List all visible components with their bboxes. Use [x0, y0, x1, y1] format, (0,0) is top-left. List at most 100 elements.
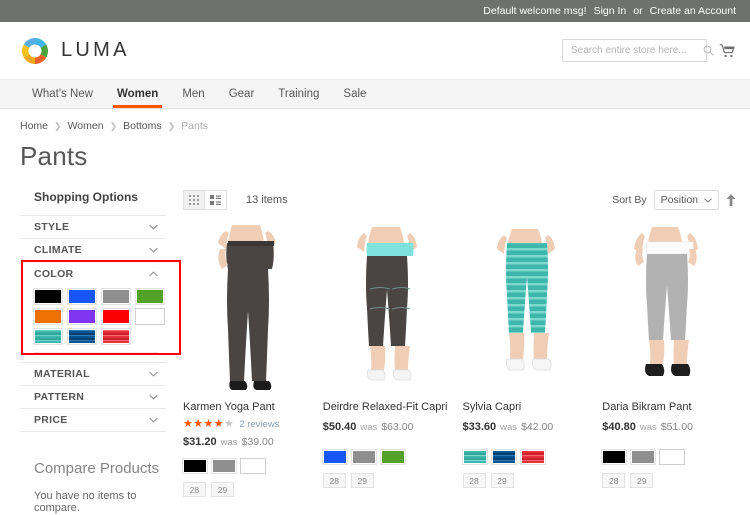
color-swatch-white[interactable] — [135, 308, 165, 325]
product-swatch-crimson[interactable] — [519, 449, 546, 466]
breadcrumb-item-home[interactable]: Home — [20, 120, 48, 132]
product-image-daria-bikram-pant[interactable] — [602, 219, 736, 394]
rating-stars: ★★★★★ — [183, 417, 235, 430]
filter-color[interactable]: COLOR — [34, 262, 158, 285]
price-special: $33.60 — [462, 421, 497, 434]
product-list-area: 13 items Sort By Position Karmen Yoga Pa… — [166, 188, 736, 514]
breadcrumb-item-bottoms[interactable]: Bottoms — [123, 120, 162, 132]
product-size-29[interactable]: 29 — [490, 473, 514, 489]
search-input[interactable] — [571, 45, 703, 56]
breadcrumb-separator: ❯ — [167, 120, 176, 131]
nav-item-training[interactable]: Training — [266, 80, 331, 108]
product-image-sylvia-capri[interactable] — [462, 219, 597, 394]
filter-color-panel: COLOR — [20, 261, 166, 362]
list-view-button[interactable] — [205, 190, 227, 210]
nav-item-sale[interactable]: Sale — [331, 80, 378, 108]
product-size-28[interactable]: 28 — [462, 473, 486, 489]
product-size-options: 28 29 — [462, 473, 597, 489]
gray-capri-with-mint-waistband-on-model-image — [329, 219, 450, 394]
color-swatch-navy[interactable] — [67, 328, 97, 345]
product-name[interactable]: Sylvia Capri — [463, 401, 597, 414]
list-view-icon — [210, 194, 221, 205]
product-size-29[interactable]: 29 — [350, 473, 374, 489]
color-panel-divider — [34, 352, 158, 353]
compare-products-empty-message: You have no items to compare. — [34, 490, 137, 514]
product-card: Sylvia Capri $33.60 was $42.00 28 29 — [461, 219, 597, 497]
product-size-28[interactable]: 28 — [602, 473, 626, 489]
product-image-karmen-yoga-pant[interactable] — [183, 219, 317, 394]
product-color-options — [182, 458, 317, 475]
product-swatch-navy[interactable] — [490, 449, 517, 466]
product-image-deirdre-relaxed-fit-capri[interactable] — [322, 219, 457, 394]
product-name[interactable]: Daria Bikram Pant — [602, 401, 736, 414]
filter-pattern[interactable]: PATTERN — [20, 385, 166, 408]
product-price: $50.40 was $63.00 — [323, 421, 457, 433]
product-swatch-teal[interactable] — [461, 449, 488, 466]
shopping-cart-icon[interactable] — [719, 43, 736, 59]
search-icon[interactable] — [703, 45, 714, 56]
product-size-28[interactable]: 28 — [183, 482, 206, 498]
page-title: Pants — [20, 141, 88, 171]
product-card: Daria Bikram Pant $40.80 was $51.00 28 2… — [601, 219, 736, 497]
nav-item-women[interactable]: Women — [105, 80, 170, 108]
product-swatch-gray[interactable] — [630, 449, 657, 466]
nav-item-men[interactable]: Men — [170, 80, 216, 108]
color-swatch-crimson[interactable] — [101, 328, 131, 345]
product-card: Deirdre Relaxed-Fit Capri $50.40 was $63… — [321, 219, 457, 497]
welcome-message: Default welcome msg! — [483, 5, 587, 17]
price-was-label: was — [220, 437, 238, 449]
filter-climate[interactable]: CLIMATE — [20, 238, 166, 261]
price-old: $63.00 — [381, 421, 414, 434]
filter-price[interactable]: PRICE — [20, 408, 166, 431]
top-utility-bar: Default welcome msg! Sign In or Create a… — [0, 0, 750, 22]
product-rating[interactable]: ★★★★★ 2 reviews — [183, 418, 317, 430]
sort-by-select[interactable]: Position — [653, 190, 719, 210]
color-swatch-red[interactable] — [101, 308, 131, 325]
site-logo[interactable]: LUMA — [20, 36, 130, 66]
color-swatch-blue[interactable] — [67, 288, 97, 305]
create-account-link[interactable]: Create an Account — [650, 5, 736, 17]
product-swatch-white[interactable] — [240, 458, 266, 475]
filter-climate-label: CLIMATE — [34, 244, 82, 256]
product-swatch-black[interactable] — [601, 449, 628, 466]
color-swatch-grid — [33, 288, 165, 345]
product-swatch-gray[interactable] — [350, 449, 377, 466]
compare-products-title: Compare Products — [34, 460, 160, 477]
product-name[interactable]: Deirdre Relaxed-Fit Capri — [323, 401, 457, 414]
price-old: $39.00 — [241, 436, 274, 449]
shopping-options-title: Shopping Options — [34, 190, 138, 204]
product-size-29[interactable]: 29 — [630, 473, 654, 489]
chevron-down-icon — [149, 224, 158, 230]
color-swatch-black[interactable] — [33, 288, 63, 305]
color-swatch-green[interactable] — [135, 288, 165, 305]
site-header: LUMA — [0, 22, 750, 79]
filter-style-label: STYLE — [34, 221, 70, 233]
product-swatch-blue[interactable] — [321, 449, 348, 466]
product-name[interactable]: Karmen Yoga Pant — [183, 401, 317, 414]
filter-material[interactable]: MATERIAL — [20, 362, 166, 385]
sort-ascending-icon[interactable] — [726, 194, 736, 206]
product-size-28[interactable]: 28 — [322, 473, 346, 489]
sort-by-value: Position — [660, 194, 698, 206]
filter-style[interactable]: STYLE — [20, 215, 166, 238]
search-box[interactable] — [562, 39, 714, 62]
filter-sidebar: Shopping Options STYLE CLIMATE COLOR MAT… — [20, 188, 181, 514]
color-swatch-purple[interactable] — [67, 308, 97, 325]
product-swatch-black[interactable] — [182, 458, 208, 475]
chevron-down-icon — [149, 417, 158, 423]
product-swatch-white[interactable] — [659, 449, 686, 466]
breadcrumb-item-women[interactable]: Women — [68, 120, 104, 132]
sign-in-link[interactable]: Sign In — [594, 5, 627, 17]
color-swatch-orange[interactable] — [33, 308, 63, 325]
product-size-29[interactable]: 29 — [211, 482, 234, 498]
price-was-label: was — [639, 422, 657, 434]
color-swatch-gray[interactable] — [101, 288, 131, 305]
product-swatch-gray[interactable] — [211, 458, 237, 475]
product-size-options: 28 29 — [602, 473, 736, 489]
reviews-link[interactable]: 2 reviews — [239, 419, 279, 430]
grid-view-button[interactable] — [183, 190, 205, 210]
nav-item-whats-new[interactable]: What's New — [20, 80, 105, 108]
color-swatch-teal[interactable] — [33, 328, 63, 345]
nav-item-gear[interactable]: Gear — [217, 80, 267, 108]
product-swatch-green[interactable] — [379, 449, 406, 466]
